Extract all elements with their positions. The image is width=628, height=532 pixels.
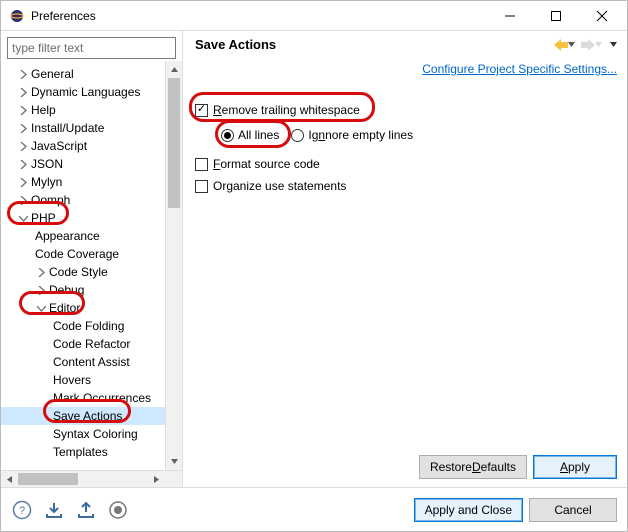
chevron-right-icon [17, 88, 29, 97]
tree-item-javascript[interactable]: JavaScript [1, 137, 165, 155]
tree-item-templates[interactable]: Templates [1, 443, 165, 461]
chevron-right-icon [17, 160, 29, 169]
maximize-button[interactable] [533, 1, 579, 31]
all-lines-radio[interactable]: All lines [221, 128, 279, 142]
tree-item-json[interactable]: JSON [1, 155, 165, 173]
app-icon [9, 8, 25, 24]
scroll-down-icon[interactable] [166, 453, 182, 470]
svg-text:?: ? [19, 505, 25, 517]
chevron-right-icon [17, 124, 29, 133]
forward-icon[interactable] [581, 39, 595, 51]
window-title: Preferences [31, 9, 487, 23]
filter-input[interactable] [7, 37, 176, 59]
radio-label: Ignnore empty lines [308, 128, 413, 142]
tree-item-hovers[interactable]: Hovers [1, 371, 165, 389]
chevron-right-icon [17, 196, 29, 205]
checkbox-label: Format source code [213, 157, 320, 171]
checkbox-label: Organize use statements [213, 179, 346, 193]
tree-item-codefolding[interactable]: Code Folding [1, 317, 165, 335]
help-icon[interactable]: ? [11, 499, 33, 521]
cancel-button[interactable]: Cancel [529, 498, 617, 522]
chevron-right-icon [17, 142, 29, 151]
tree-item-codestyle[interactable]: Code Style [1, 263, 165, 281]
tree-item-appearance[interactable]: Appearance [1, 227, 165, 245]
radio-label: All lines [238, 128, 279, 142]
tree-item-contentassist[interactable]: Content Assist [1, 353, 165, 371]
footer: ? Apply and Close Cancel [1, 487, 627, 531]
tree-item-dynlang[interactable]: Dynamic Languages [1, 83, 165, 101]
page-title: Save Actions [195, 37, 554, 52]
export-icon[interactable] [75, 499, 97, 521]
main-panel: Save Actions Configure Project Specific … [183, 31, 627, 487]
tree-item-coderefactor[interactable]: Code Refactor [1, 335, 165, 353]
tree-item-help[interactable]: Help [1, 101, 165, 119]
apply-close-button[interactable]: Apply and Close [414, 498, 523, 522]
scroll-right-icon[interactable] [148, 471, 165, 487]
restore-defaults-button[interactable]: Restore Defaults [419, 455, 527, 479]
chevron-down-icon [35, 304, 47, 313]
chevron-down-icon [17, 214, 29, 223]
tree-item-saveactions[interactable]: Save Actions [1, 407, 165, 425]
tree-item-markocc[interactable]: Mark Occurrences [1, 389, 165, 407]
ignore-empty-radio[interactable]: Ignnore empty lines [291, 128, 413, 142]
horizontal-scrollbar[interactable] [1, 470, 182, 487]
format-code-checkbox[interactable]: Format source code [195, 154, 617, 174]
checkbox-icon [195, 104, 208, 117]
scroll-left-icon[interactable] [1, 471, 18, 487]
preferences-tree[interactable]: General Dynamic Languages Help Install/U… [1, 61, 165, 470]
tree-item-php[interactable]: PHP [1, 209, 165, 227]
tree-item-coverage[interactable]: Code Coverage [1, 245, 165, 263]
tree-item-editor[interactable]: Editor [1, 299, 165, 317]
preferences-window: Preferences General Dynamic Languages He… [0, 0, 628, 532]
apply-button[interactable]: Apply [533, 455, 617, 479]
radio-icon [291, 129, 304, 142]
dropdown-icon[interactable] [595, 42, 602, 47]
import-icon[interactable] [43, 499, 65, 521]
scrollbar-thumb[interactable] [18, 473, 78, 485]
checkbox-label: Remove trailing whitespace [213, 103, 360, 117]
tree-item-general[interactable]: General [1, 65, 165, 83]
chevron-right-icon [17, 178, 29, 187]
project-settings-link[interactable]: Configure Project Specific Settings... [195, 62, 617, 76]
titlebar: Preferences [1, 1, 627, 31]
tree-item-debug[interactable]: Debug [1, 281, 165, 299]
vertical-scrollbar[interactable] [165, 61, 182, 470]
organize-use-checkbox[interactable]: Organize use statements [195, 176, 617, 196]
tree-item-syntax[interactable]: Syntax Coloring [1, 425, 165, 443]
minimize-button[interactable] [487, 1, 533, 31]
sidebar: General Dynamic Languages Help Install/U… [1, 31, 183, 487]
close-button[interactable] [579, 1, 625, 31]
scrollbar-thumb[interactable] [168, 78, 180, 208]
tree-item-mylyn[interactable]: Mylyn [1, 173, 165, 191]
menu-icon[interactable] [610, 42, 617, 47]
chevron-right-icon [35, 268, 47, 277]
back-icon[interactable] [554, 39, 568, 51]
record-icon[interactable] [107, 499, 129, 521]
checkbox-icon [195, 180, 208, 193]
tree-item-install[interactable]: Install/Update [1, 119, 165, 137]
remove-whitespace-checkbox[interactable]: Remove trailing whitespace [195, 100, 617, 120]
radio-icon [221, 129, 234, 142]
chevron-right-icon [35, 286, 47, 295]
dropdown-icon[interactable] [568, 42, 575, 47]
scroll-up-icon[interactable] [166, 61, 182, 78]
checkbox-icon [195, 158, 208, 171]
chevron-right-icon [17, 70, 29, 79]
chevron-right-icon [17, 106, 29, 115]
tree-item-oomph[interactable]: Oomph [1, 191, 165, 209]
